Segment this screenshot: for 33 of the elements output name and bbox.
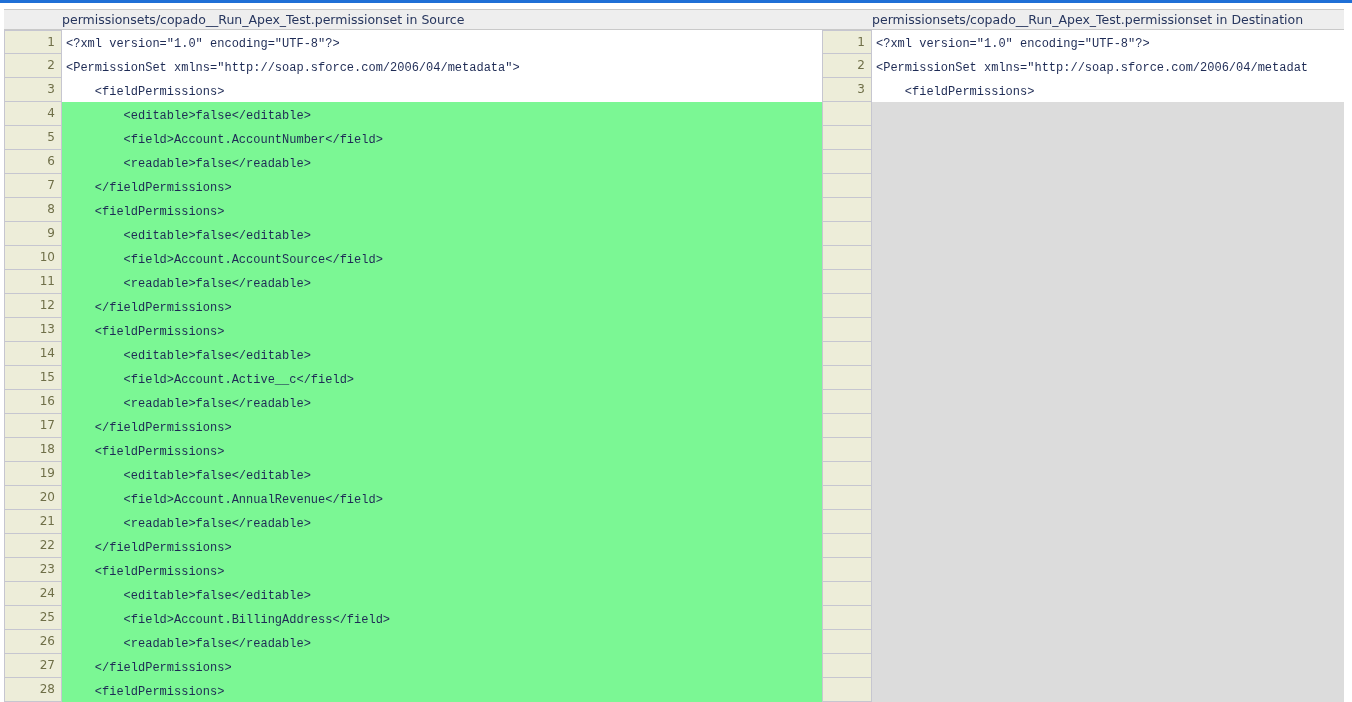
line-number: 26 — [4, 630, 62, 654]
line-number: 3 — [822, 78, 872, 102]
line-number: 15 — [4, 366, 62, 390]
line-number: 1 — [4, 30, 62, 54]
line-number: 10 — [4, 246, 62, 270]
line-number: 2 — [822, 54, 872, 78]
line-number: 23 — [4, 558, 62, 582]
line-number: 5 — [4, 126, 62, 150]
line-number: 22 — [4, 534, 62, 558]
pane-title: permissionsets/copado__Run_Apex_Test.permissionset in Source — [62, 9, 822, 30]
line-number: 6 — [4, 150, 62, 174]
line-number: 3 — [4, 78, 62, 102]
line-number: 16 — [4, 390, 62, 414]
line-number: 4 — [4, 102, 62, 126]
line-number: 7 — [4, 174, 62, 198]
line-number: 13 — [4, 318, 62, 342]
line-number: 17 — [4, 414, 62, 438]
line-number: 9 — [4, 222, 62, 246]
line-number: 27 — [4, 654, 62, 678]
line-number: 1 — [822, 30, 872, 54]
line-number: 25 — [4, 606, 62, 630]
line-number: 28 — [4, 678, 62, 702]
line-number: 18 — [4, 438, 62, 462]
line-number: 11 — [4, 270, 62, 294]
line-number: 19 — [4, 462, 62, 486]
line-number: 14 — [4, 342, 62, 366]
line-number: 20 — [4, 486, 62, 510]
line-number: 21 — [4, 510, 62, 534]
line-number: 24 — [4, 582, 62, 606]
line-number: 2 — [4, 54, 62, 78]
line-number: 8 — [4, 198, 62, 222]
pane-title: permissionsets/copado__Run_Apex_Test.permissionset in Destination — [872, 9, 1344, 30]
line-number: 12 — [4, 294, 62, 318]
